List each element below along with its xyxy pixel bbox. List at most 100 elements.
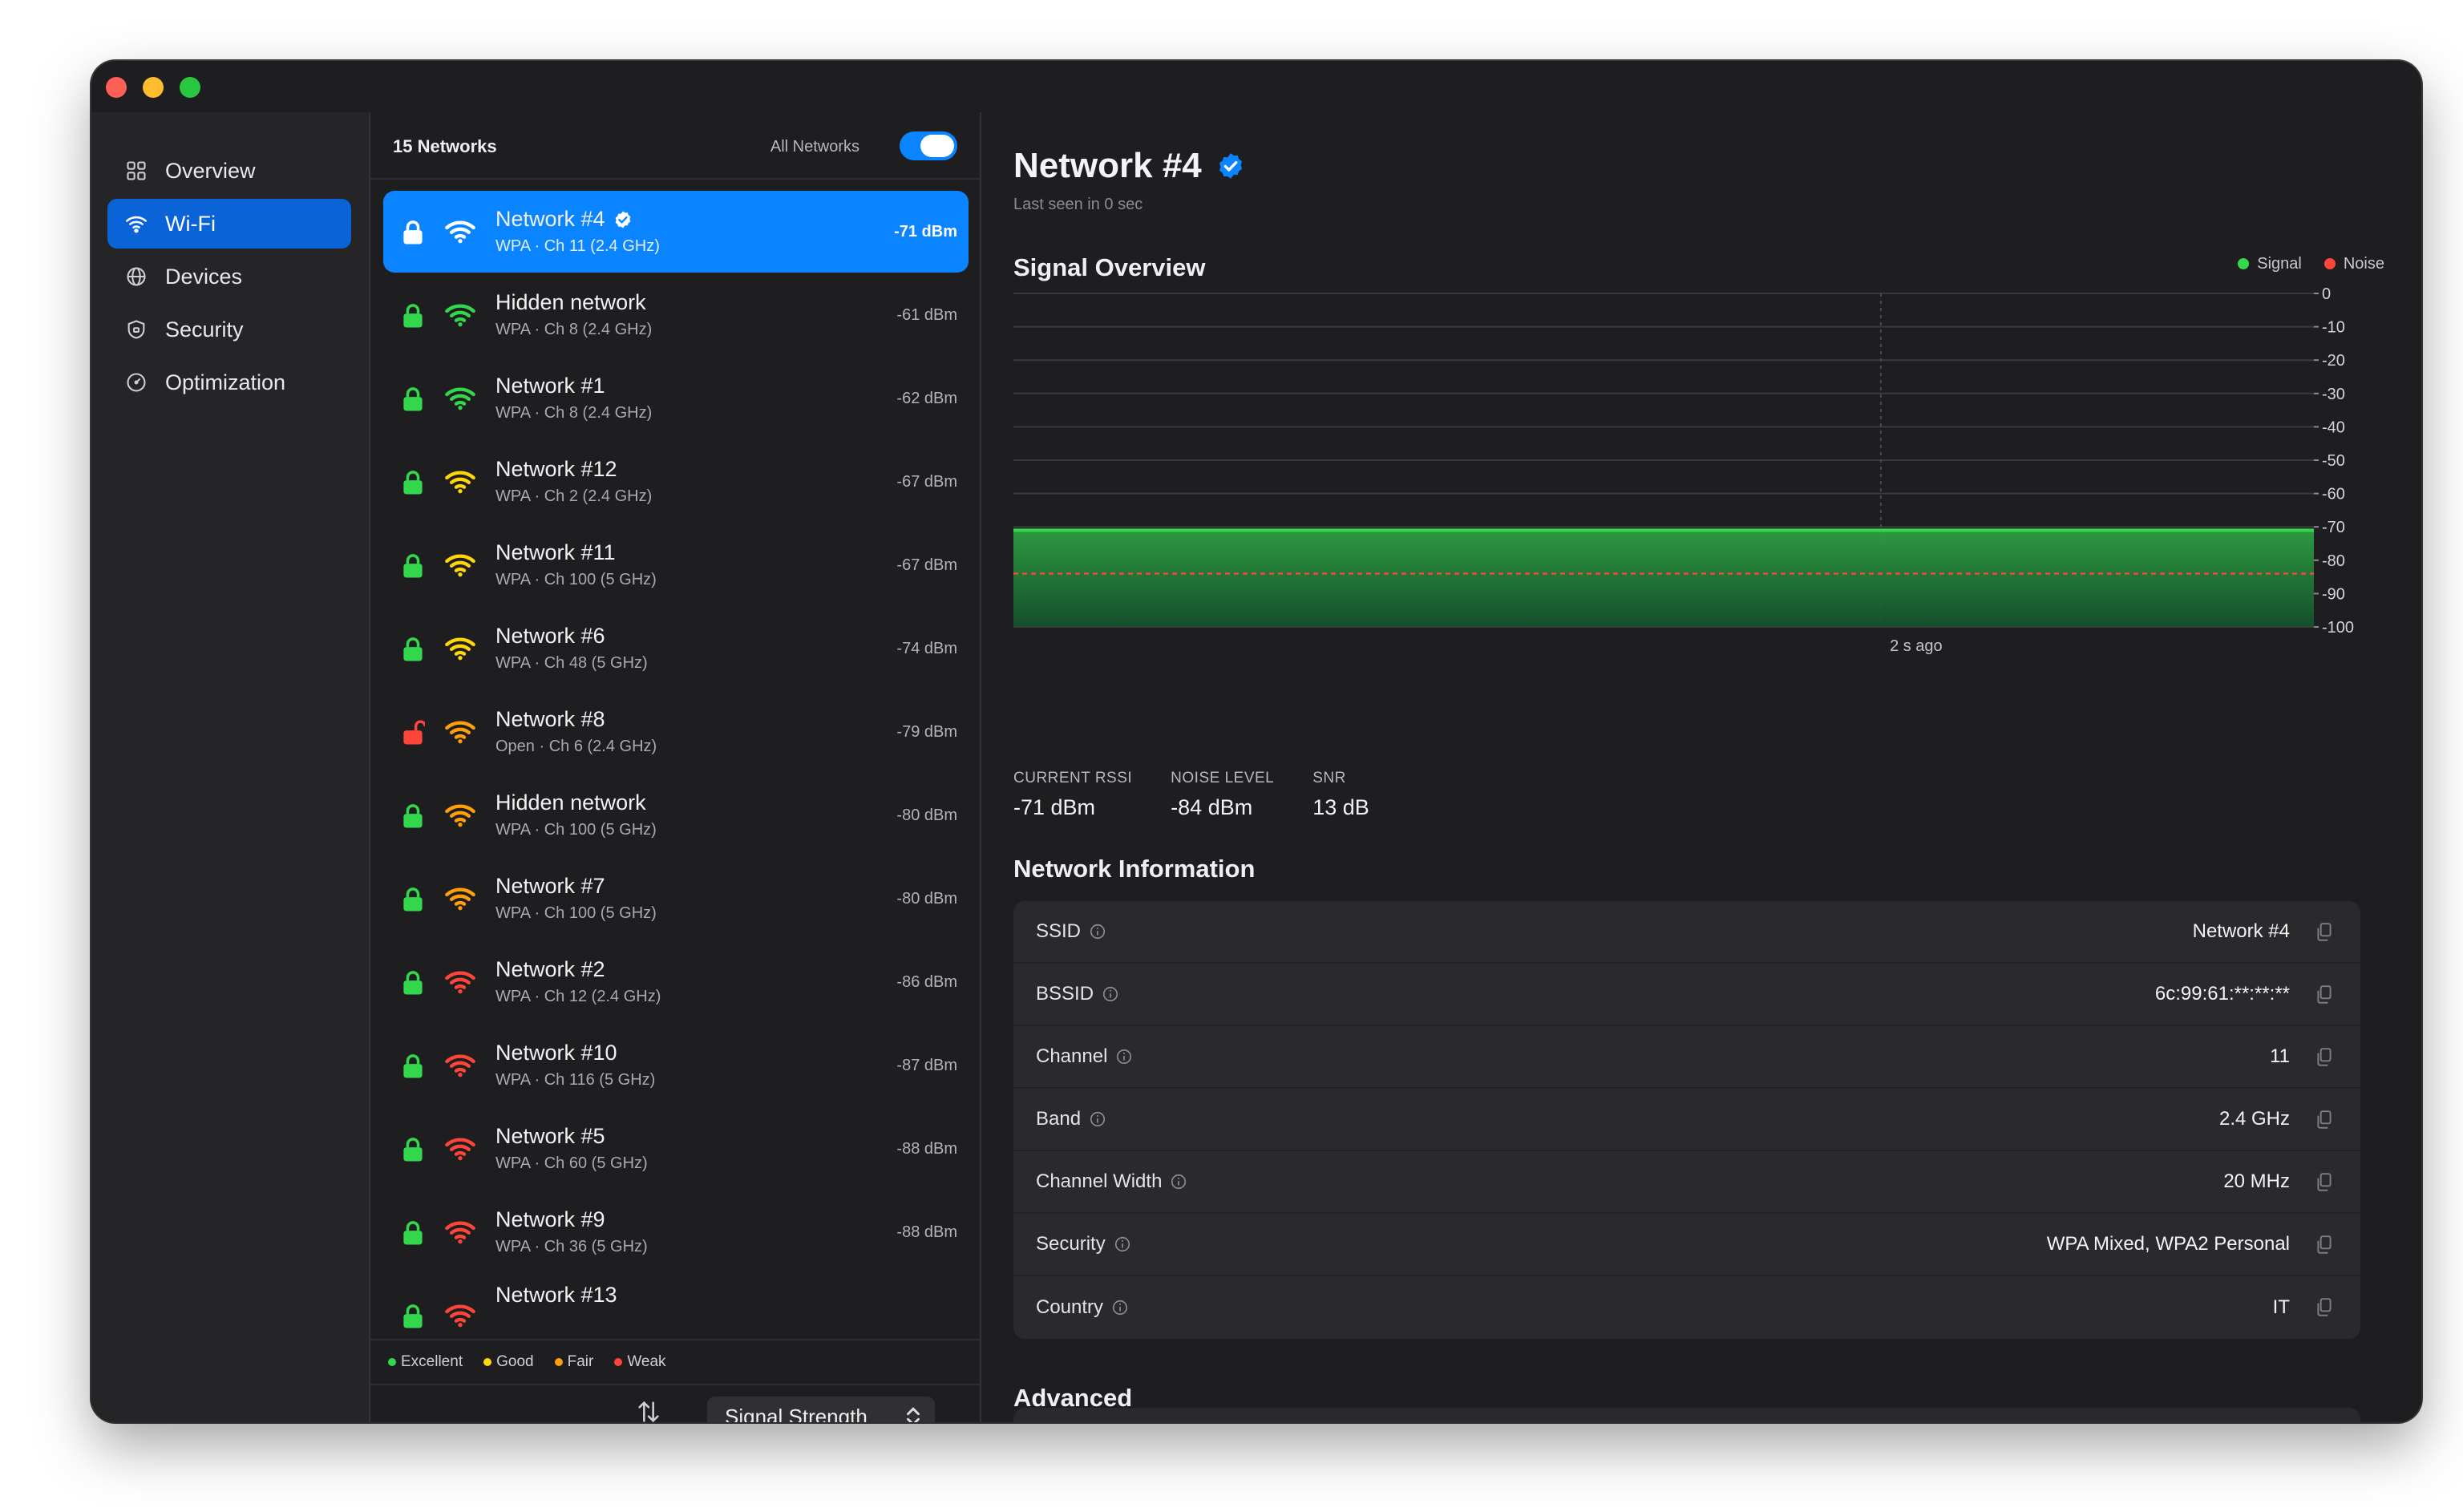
y-tick-label: -50 xyxy=(2322,452,2345,470)
legend-noise: Noise xyxy=(2323,255,2384,273)
maximize-window-button[interactable] xyxy=(180,77,200,98)
legend-dot xyxy=(554,1358,563,1366)
info-label-text: Country xyxy=(1036,1296,1104,1318)
grid-icon xyxy=(127,161,146,180)
sort-select[interactable]: Signal Strength xyxy=(707,1397,935,1422)
stat-value: -84 dBm xyxy=(1171,795,1253,819)
network-details: WPA · Ch 8 (2.4 GHz) xyxy=(495,321,653,338)
copy-icon[interactable] xyxy=(2315,1235,2333,1255)
info-icon[interactable] xyxy=(1089,923,1106,940)
network-name-text: Network #7 xyxy=(495,874,605,898)
info-label: Channel Width xyxy=(1036,1170,1187,1193)
network-row[interactable]: Hidden network WPA · Ch 100 (5 GHz) -80 dB… xyxy=(383,774,969,856)
copy-icon[interactable] xyxy=(2315,922,2333,943)
legend-item-good: Good xyxy=(483,1353,534,1371)
network-name-text: Network #13 xyxy=(495,1283,617,1307)
network-name: Network #9 xyxy=(495,1207,605,1232)
network-name-text: Network #1 xyxy=(495,374,605,398)
legend-item-excellent: Excellent xyxy=(388,1353,463,1371)
legend-label: Fair xyxy=(567,1353,594,1370)
info-row: SSID Network #4 xyxy=(1013,901,2360,964)
copy-icon[interactable] xyxy=(2315,1110,2333,1130)
info-row: BSSID 6c:99:61:**:**:** xyxy=(1013,964,2360,1026)
sidebar-item-overview[interactable]: Overview xyxy=(107,146,351,196)
info-icon[interactable] xyxy=(1102,985,1119,1003)
network-name-text: Network #12 xyxy=(495,457,617,481)
info-icon[interactable] xyxy=(1170,1173,1187,1191)
wifi-signal-icon xyxy=(445,971,475,994)
verified-badge-icon xyxy=(1219,153,1242,179)
info-value: IT xyxy=(2272,1296,2290,1318)
network-name-text: Network #9 xyxy=(495,1207,605,1231)
sidebar-item-label: Optimization xyxy=(165,370,286,394)
info-icon[interactable] xyxy=(1114,1235,1131,1253)
network-row[interactable]: Network #6 WPA · Ch 48 (5 GHz) -74 dBm xyxy=(383,608,969,689)
network-details: WPA · Ch 36 (5 GHz) xyxy=(495,1238,648,1255)
y-tick-label: -10 xyxy=(2322,319,2345,337)
all-networks-label: All Networks xyxy=(770,138,859,156)
sidebar-item-optimization[interactable]: Optimization xyxy=(107,358,351,407)
network-row[interactable]: Network #12 WPA · Ch 2 (2.4 GHz) -67 dBm xyxy=(383,441,969,523)
copy-icon[interactable] xyxy=(2315,1047,2333,1068)
info-value: Network #4 xyxy=(2192,920,2290,942)
sidebar-item-wifi[interactable]: Wi-Fi xyxy=(107,199,351,249)
network-row[interactable]: Network #1 WPA · Ch 8 (2.4 GHz) -62 dBm xyxy=(383,358,969,439)
network-row[interactable]: Network #2 WPA · Ch 12 (2.4 GHz) -86 dBm xyxy=(383,941,969,1023)
info-row: Channel Width 20 MHz xyxy=(1013,1151,2360,1214)
close-window-button[interactable] xyxy=(106,77,127,98)
info-row: Beacon Interval100 xyxy=(1013,1408,2360,1422)
x-tick-label: 2 s ago xyxy=(1890,637,1943,654)
network-row[interactable]: Network #7 WPA · Ch 100 (5 GHz) -80 dBm xyxy=(383,858,969,940)
network-name: Network #13 xyxy=(495,1283,617,1308)
wifi-signal-icon xyxy=(445,220,475,244)
network-name-text: Network #2 xyxy=(495,957,605,981)
sidebar-item-devices[interactable]: Devices xyxy=(107,252,351,301)
stat-block: NOISE LEVEL -84 dBm xyxy=(1171,770,1274,820)
last-seen-label: Last seen in 0 sec xyxy=(1013,196,1143,213)
network-row[interactable]: Network #9 WPA · Ch 36 (5 GHz) -88 dBm xyxy=(383,1191,969,1273)
wifi-signal-icon xyxy=(445,554,475,577)
unlock-icon xyxy=(403,720,425,745)
network-row[interactable]: Network #11 WPA · Ch 100 (5 GHz) -67 dBm xyxy=(383,524,969,606)
y-tick-label: -100 xyxy=(2322,619,2354,637)
info-row: Channel 11 xyxy=(1013,1026,2360,1089)
lock-icon xyxy=(403,637,423,661)
network-rssi: -79 dBm xyxy=(896,723,957,741)
info-icon[interactable] xyxy=(1111,1299,1129,1316)
wifi-signal-icon xyxy=(445,1054,475,1077)
all-networks-toggle[interactable] xyxy=(900,131,957,160)
network-name-text: Network #6 xyxy=(495,624,605,648)
network-rssi: -61 dBm xyxy=(896,306,957,324)
network-detail-pane: Network #4 Last seen in 0 sec Signal Ove… xyxy=(981,112,2421,1422)
network-row[interactable]: Network #5 WPA · Ch 60 (5 GHz) -88 dBm xyxy=(383,1108,969,1190)
info-value: 2.4 GHz xyxy=(2218,1108,2290,1130)
minimize-window-button[interactable] xyxy=(143,77,164,98)
network-details: WPA · Ch 100 (5 GHz) xyxy=(495,904,657,922)
info-icon[interactable] xyxy=(1089,1110,1106,1128)
legend-signal-dot xyxy=(2238,258,2250,269)
info-icon[interactable] xyxy=(1115,1048,1133,1065)
sidebar: Overview Wi-Fi Devices Security Optimiza… xyxy=(91,112,370,1422)
sort-direction-icon[interactable] xyxy=(635,1398,662,1422)
network-row[interactable]: Network #4 WPA · Ch 11 (2.4 GHz) -71 dBm xyxy=(383,191,969,273)
y-tick-label: -30 xyxy=(2322,386,2345,403)
legend-dot xyxy=(614,1358,623,1366)
info-label-text: SSID xyxy=(1036,920,1082,942)
network-details: WPA · Ch 2 (2.4 GHz) xyxy=(495,487,653,505)
legend-label: Excellent xyxy=(401,1353,463,1370)
lock-icon xyxy=(403,1304,423,1328)
lock-icon xyxy=(403,387,423,411)
y-tick-label: -90 xyxy=(2322,585,2345,603)
network-row[interactable]: Network #10 WPA · Ch 116 (5 GHz) -87 dBm xyxy=(383,1025,969,1106)
legend-dot xyxy=(388,1358,396,1366)
network-row[interactable]: Network #8 Open · Ch 6 (2.4 GHz) -79 dBm xyxy=(383,691,969,773)
network-row[interactable]: Hidden network WPA · Ch 8 (2.4 GHz) -61 dB… xyxy=(383,274,969,356)
copy-icon[interactable] xyxy=(2315,1172,2333,1193)
chart-legend: Signal Noise xyxy=(2238,255,2384,273)
network-details: WPA · Ch 100 (5 GHz) xyxy=(495,821,657,839)
chevron-up-down-icon xyxy=(907,1407,920,1422)
sidebar-item-security[interactable]: Security xyxy=(107,305,351,354)
copy-icon[interactable] xyxy=(2315,1297,2333,1318)
network-name: Network #7 xyxy=(495,874,605,899)
copy-icon[interactable] xyxy=(2315,984,2333,1005)
